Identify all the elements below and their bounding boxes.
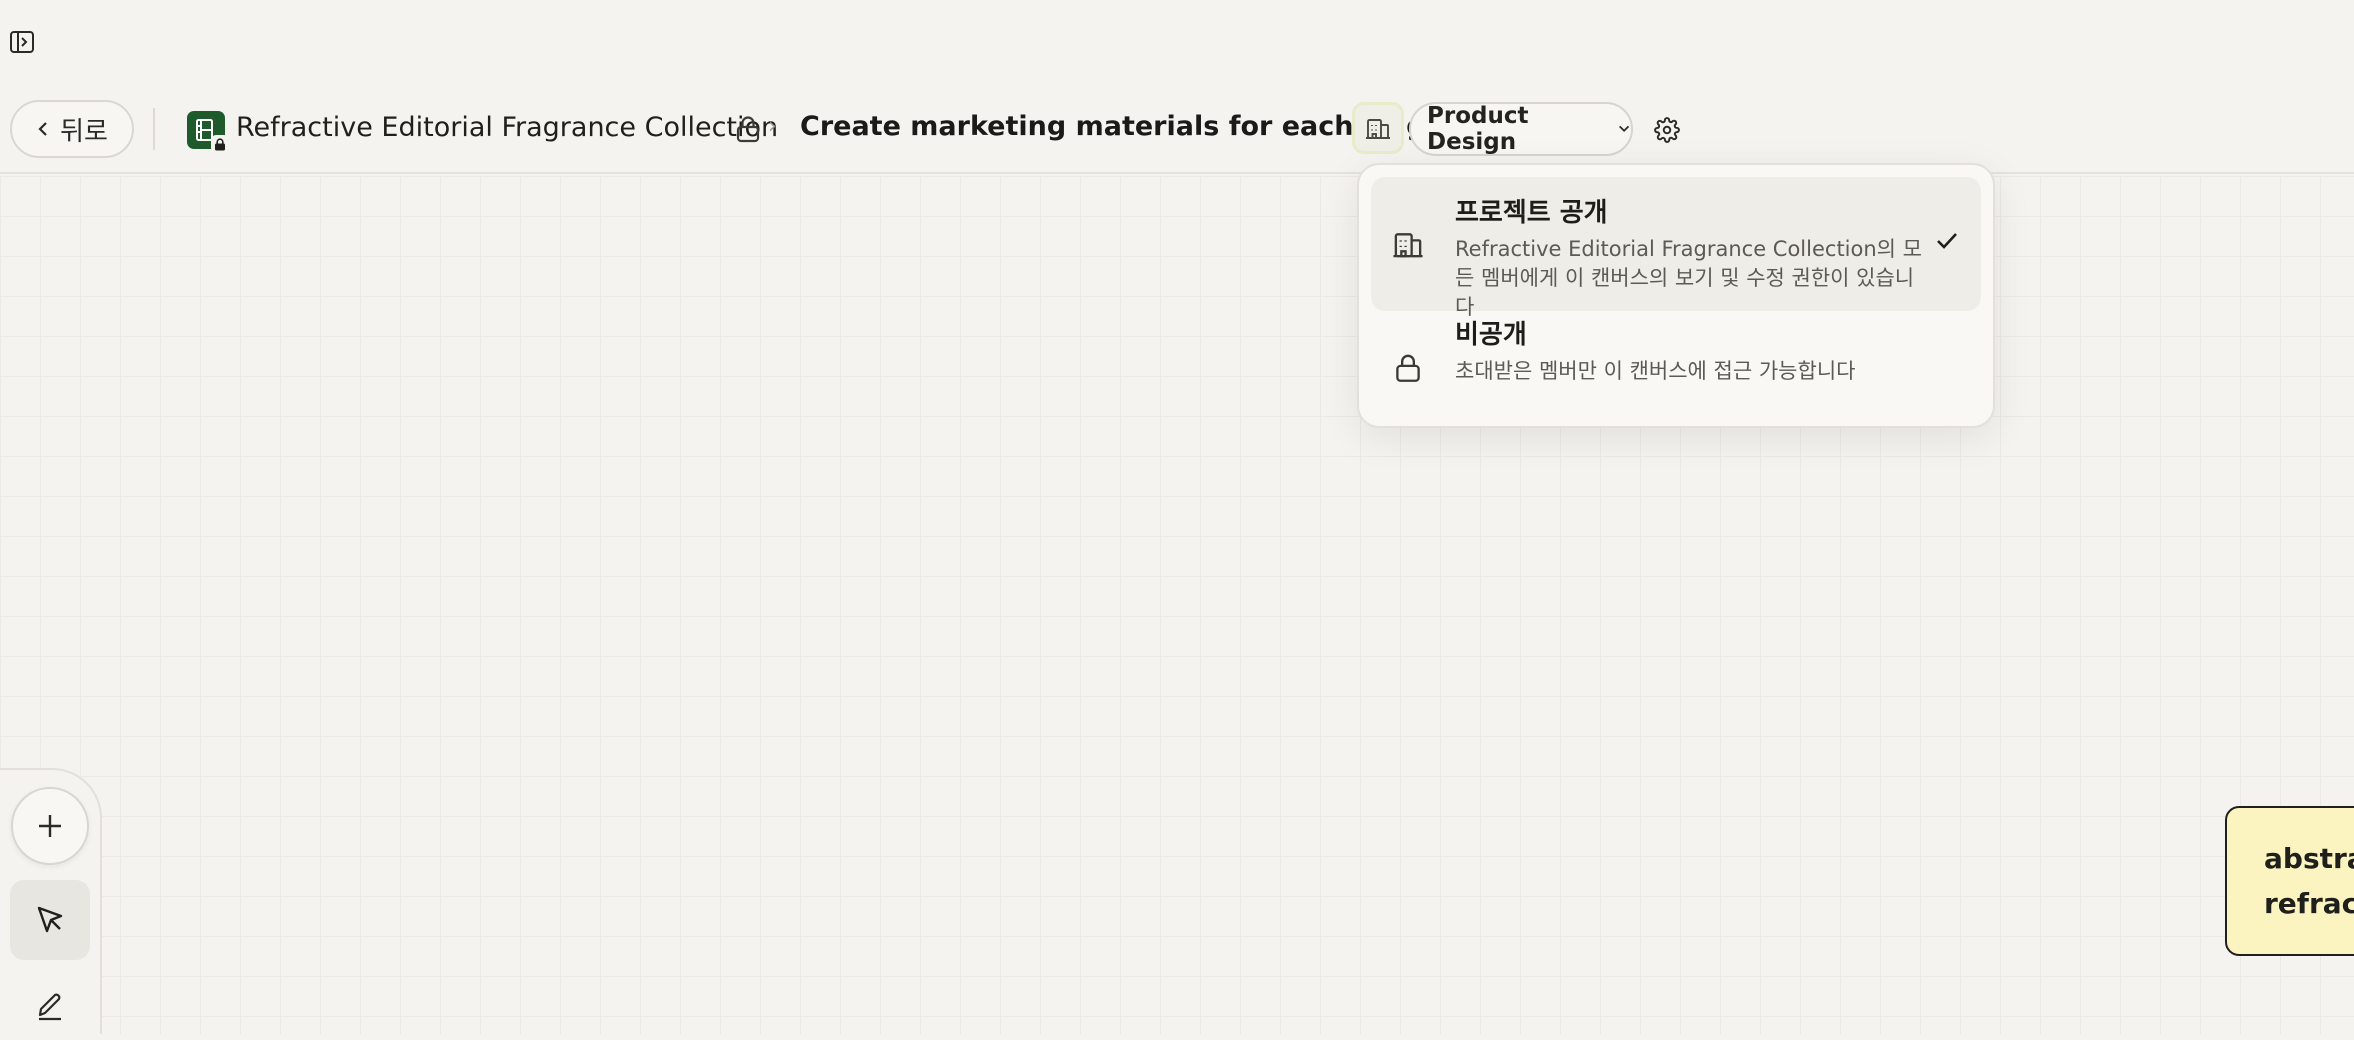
chevron-down-icon — [1618, 125, 1629, 133]
plus-icon — [39, 815, 61, 837]
canvas-header: 뒤로 Refractive Editorial Fragrance Collec… — [0, 86, 2354, 174]
check-icon — [1937, 233, 1957, 249]
header-divider — [153, 108, 155, 150]
cursor-icon — [37, 906, 63, 933]
building-icon — [1393, 233, 1423, 258]
visibility-dropdown: 프로젝트 공개 Refractive Editorial Fragrance C… — [1357, 163, 1995, 428]
team-select-label: Product Design — [1427, 103, 1529, 155]
option-title: 프로젝트 공개 — [1455, 198, 1608, 228]
visibility-option-project[interactable]: 프로젝트 공개 Refractive Editorial Fragrance C… — [1371, 177, 1981, 319]
option-description: Refractive Editorial Fragrance Collectio… — [1455, 237, 1922, 319]
building-icon — [1366, 119, 1390, 139]
top-bar — [0, 0, 2354, 86]
canvas-area[interactable] — [0, 176, 2354, 1034]
sidebar-toggle-button[interactable] — [6, 26, 38, 58]
sticky-note[interactable]: abstra refract — [2225, 806, 2354, 956]
pen-tool-button[interactable] — [10, 970, 90, 1040]
lock-icon — [736, 116, 760, 143]
lock-mini-icon — [215, 137, 225, 150]
breadcrumb-separator-icon: › — [768, 114, 777, 139]
tool-palette — [0, 768, 102, 1034]
sidebar-toggle-icon — [10, 31, 34, 53]
project-avatar[interactable] — [187, 111, 229, 153]
option-description: 초대받은 멤버만 이 캔버스에 접근 가능합니다 — [1455, 359, 1856, 383]
chevron-left-icon — [38, 122, 47, 136]
select-tool-button[interactable] — [10, 880, 90, 960]
option-title: 비공개 — [1455, 320, 1527, 350]
project-name-link[interactable]: Refractive Editorial Fragrance Collectio… — [236, 112, 778, 143]
visibility-option-private[interactable]: 비공개 초대받은 멤버만 이 캔버스에 접근 가능합니다 — [1371, 311, 1981, 423]
team-select[interactable]: Product Design — [1409, 102, 1633, 156]
add-button[interactable] — [11, 787, 89, 865]
visibility-button[interactable] — [1352, 102, 1404, 154]
settings-button[interactable] — [1651, 114, 1683, 146]
back-button[interactable]: 뒤로 — [10, 100, 134, 158]
private-lock-badge — [211, 135, 229, 153]
back-label: 뒤로 — [60, 116, 108, 147]
pencil-icon — [38, 993, 61, 1021]
gear-icon — [1654, 117, 1680, 143]
lock-icon — [1396, 354, 1420, 382]
